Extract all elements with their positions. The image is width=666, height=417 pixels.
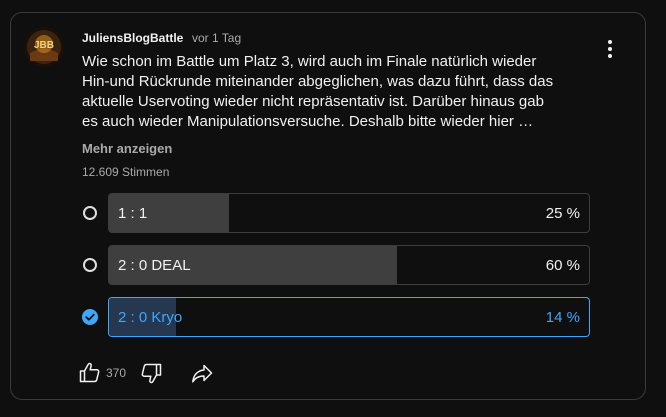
radio-unchecked-icon[interactable] [83,258,97,272]
poll-option-percent: 60 % [545,257,580,274]
poll-option-label: 2 : 0 DEAL [118,257,191,274]
poll-option-1[interactable]: 1 : 1 25 % [80,193,590,233]
poll-vote-count: 12.609 Stimmen [82,165,170,179]
poll-option-percent: 14 % [545,309,580,326]
channel-name[interactable]: JuliensBlogBattle [82,31,183,45]
share-button[interactable] [190,361,214,390]
poll-option-3[interactable]: 2 : 0 Kryo 14 % [80,297,590,337]
channel-logo-icon: JBB [24,27,64,67]
vertical-dots-icon [608,40,612,58]
post-timestamp[interactable]: vor 1 Tag [192,31,241,45]
poll-option-bar: 1 : 1 25 % [108,193,590,233]
post-text-line: es auch wieder Manipulationsversuche. De… [82,113,534,130]
check-circle-icon[interactable] [82,309,98,325]
dislike-button[interactable] [139,361,163,390]
poll-option-bar: 2 : 0 DEAL 60 % [108,245,590,285]
post-text-line: Wie schon im Battle um Platz 3, wird auc… [82,53,537,70]
share-icon [192,364,213,383]
poll-option-2[interactable]: 2 : 0 DEAL 60 % [80,245,590,285]
like-button[interactable] [78,361,102,390]
channel-avatar[interactable]: JBB [24,27,64,67]
post-text-line: Hin-und Rückrunde miteinander abgegliche… [82,73,554,90]
like-count: 370 [106,366,127,380]
show-more-link[interactable]: Mehr anzeigen [82,141,172,156]
poll-option-label: 1 : 1 [118,205,148,222]
svg-text:JBB: JBB [34,40,54,51]
more-options-button[interactable] [600,38,620,60]
thumbs-down-icon [141,363,162,384]
radio-unchecked-icon[interactable] [83,206,97,220]
poll-option-percent: 25 % [545,205,580,222]
poll-option-label: 2 : 0 Kryo [118,309,183,326]
post-text: Wie schon im Battle um Platz 3, wird auc… [82,52,582,132]
post-text-line: aktuelle Uservoting wieder nicht repräse… [82,93,544,110]
poll-option-bar: 2 : 0 Kryo 14 % [108,297,590,337]
thumbs-up-icon [79,362,100,383]
